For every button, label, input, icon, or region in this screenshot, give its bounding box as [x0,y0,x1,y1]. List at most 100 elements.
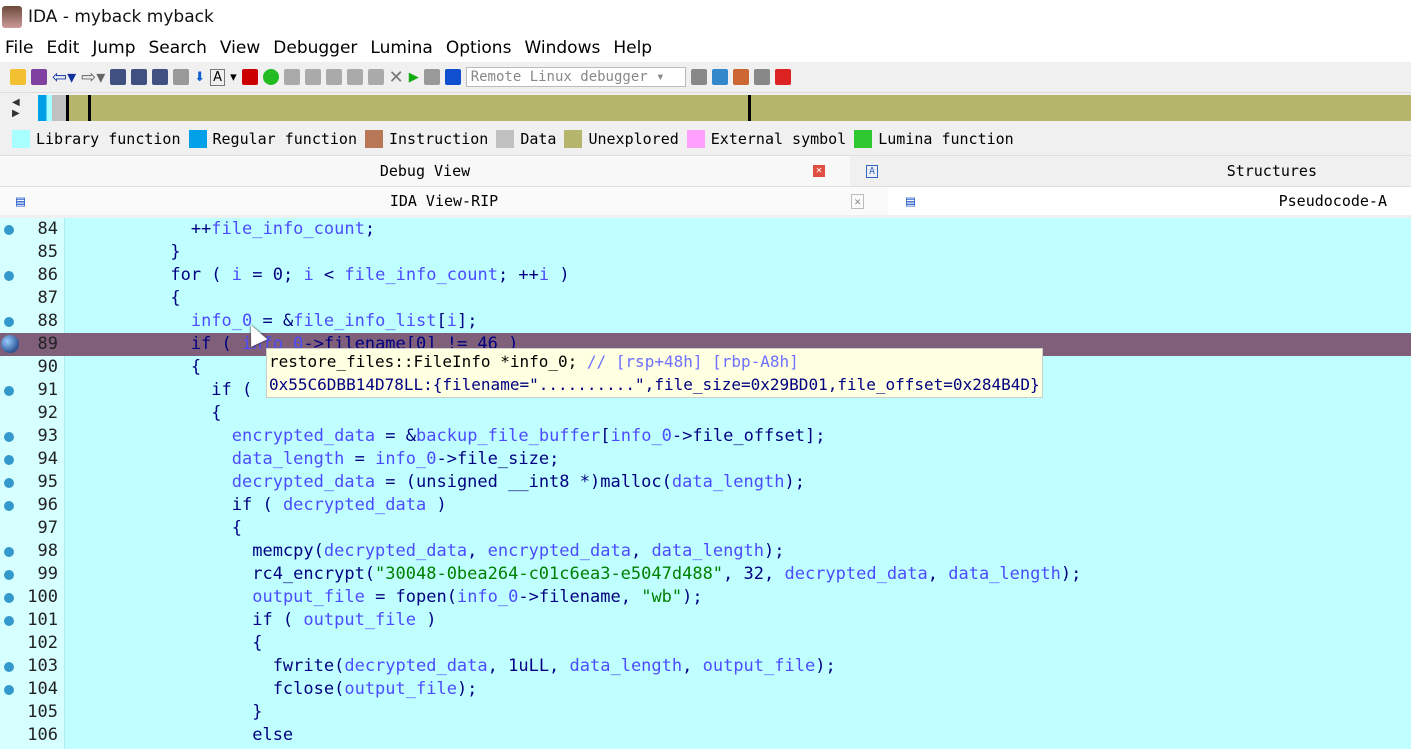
code-token: ++ [68,219,212,239]
code-identifier[interactable]: output_file [252,587,365,607]
code-line[interactable]: 92 { [0,402,1411,425]
struct-icon[interactable] [346,69,363,85]
code-identifier[interactable]: decrypted_data [324,541,467,561]
code-identifier[interactable]: decrypted_data [283,495,426,515]
tab-structures[interactable]: A Structures [850,156,1411,186]
back-icon[interactable]: ⇦▾ [52,67,76,88]
search-text-icon[interactable] [131,69,148,85]
pseudocode-view[interactable]: 84 ++file_info_count; 85 } 86 for ( i = 0;… [0,218,1411,749]
breakpoints-icon[interactable] [732,69,749,85]
stop-icon[interactable] [444,69,461,85]
menu-jump[interactable]: Jump [87,38,143,58]
play-icon[interactable]: ▶ [409,70,419,85]
nav-arrows-icon[interactable]: ◀ ▶ [12,97,20,119]
code-identifier[interactable]: info_0 [457,587,518,607]
overview-band[interactable] [37,95,1411,121]
debugger-select[interactable]: Remote Linux debugger ▾ [465,67,686,87]
code-line[interactable]: 105 } [0,701,1411,724]
code-line[interactable]: 102 { [0,632,1411,655]
code-identifier[interactable]: file_info_count [344,265,498,285]
code-identifier[interactable]: decrypted_data [344,656,487,676]
undefine-icon[interactable] [367,69,384,85]
step-icon[interactable] [711,69,728,85]
menu-debugger[interactable]: Debugger [268,38,365,58]
close-icon[interactable]: ✕ [851,193,864,209]
code-identifier[interactable]: data_length [651,541,764,561]
code-line[interactable]: 100 output_file = fopen(info_0->filename… [0,586,1411,609]
menu-lumina[interactable]: Lumina [365,38,440,58]
code-identifier[interactable]: data_length [672,472,785,492]
tracing-icon[interactable] [753,69,770,85]
code-line[interactable]: 93 encrypted_data = &backup_file_buffer[… [0,425,1411,448]
menu-options[interactable]: Options [441,38,520,58]
code-line[interactable]: 96 if ( decrypted_data ) [0,494,1411,517]
menu-windows[interactable]: Windows [519,38,608,58]
code-line[interactable]: 85 } [0,241,1411,264]
code-text: { [68,517,242,540]
code-icon[interactable] [283,69,300,85]
menu-edit[interactable]: Edit [41,38,87,58]
code-identifier[interactable]: output_file [344,679,457,699]
menu-view[interactable]: View [215,38,268,58]
menu-file[interactable]: File [0,38,41,58]
code-line[interactable]: 87 { [0,287,1411,310]
code-line[interactable]: 98 memcpy(decrypted_data, encrypted_data… [0,540,1411,563]
code-line[interactable]: 101 if ( output_file ) [0,609,1411,632]
code-identifier[interactable]: output_file [703,656,816,676]
menu-search[interactable]: Search [144,38,215,58]
code-identifier[interactable]: i [447,311,457,331]
string-icon[interactable] [325,69,342,85]
code-identifier[interactable]: decrypted_data [784,564,927,584]
forward-icon[interactable]: ⇨▾ [81,67,105,88]
menu-help[interactable]: Help [608,38,660,58]
code-identifier[interactable]: info_0 [611,426,672,446]
code-line[interactable]: 88 info_0 = &file_info_list[i]; [0,310,1411,333]
code-line[interactable]: 84 ++file_info_count; [0,218,1411,241]
code-line[interactable]: 103 fwrite(decrypted_data, 1uLL, data_le… [0,655,1411,678]
code-identifier[interactable]: i [232,265,242,285]
code-line[interactable]: 104 fclose(output_file); [0,678,1411,701]
code-identifier[interactable]: info_0 [375,449,436,469]
code-string: "30048-0bea264-c01c6ea3-e5047d488" [375,564,724,584]
text-icon[interactable]: A [210,68,226,86]
attach-icon[interactable] [690,69,707,85]
code-identifier[interactable]: file_info_list [293,311,436,331]
search-binary-icon[interactable] [152,69,169,85]
save-icon[interactable] [31,69,47,85]
code-identifier[interactable]: data_length [570,656,683,676]
jump-down-icon[interactable]: ⬇ [194,70,205,85]
code-line[interactable]: 86 for ( i = 0; i < file_info_count; ++i… [0,264,1411,287]
code-line[interactable]: 94 data_length = info_0->file_size; [0,448,1411,471]
next-icon[interactable] [173,69,190,85]
code-line[interactable]: 97 { [0,517,1411,540]
tab-debug-view[interactable]: Debug View ✕ [0,156,850,186]
code-identifier[interactable]: file_info_count [211,219,365,239]
code-identifier[interactable]: output_file [303,610,416,630]
code-identifier[interactable]: encrypted_data [488,541,631,561]
delete-bp-icon[interactable] [774,69,791,85]
close-x-icon[interactable]: ✕ [389,67,404,88]
code-token: ) [549,265,570,285]
code-line[interactable]: 106 else [0,724,1411,747]
code-identifier[interactable]: decrypted_data [232,472,375,492]
code-identifier[interactable]: i [539,265,549,285]
code-identifier[interactable]: data_length [948,564,1061,584]
search-icon[interactable] [110,69,127,85]
green-circle-icon[interactable] [262,69,279,85]
code-identifier[interactable]: backup_file_buffer [416,426,600,446]
tab-ida-view[interactable]: ▤ IDA View-RIP ✕ [0,187,888,215]
code-token: fclose( [68,679,345,699]
code-line[interactable]: 95 decrypted_data = (unsigned __int8 *)m… [0,471,1411,494]
code-line[interactable]: 99 rc4_encrypt("30048-0bea264-c01c6ea3-e… [0,563,1411,586]
tab-pseudocode[interactable]: ▤ Pseudocode-A [888,187,1411,215]
close-icon[interactable]: ✕ [813,165,825,177]
data-icon[interactable] [304,69,321,85]
open-icon[interactable] [10,69,26,85]
code-identifier[interactable]: data_length [232,449,345,469]
code-identifier[interactable]: encrypted_data [232,426,375,446]
pause-icon[interactable] [423,69,440,85]
warning-icon[interactable] [241,69,258,85]
code-identifier[interactable]: i [303,265,313,285]
legend-label: Data [520,129,557,148]
